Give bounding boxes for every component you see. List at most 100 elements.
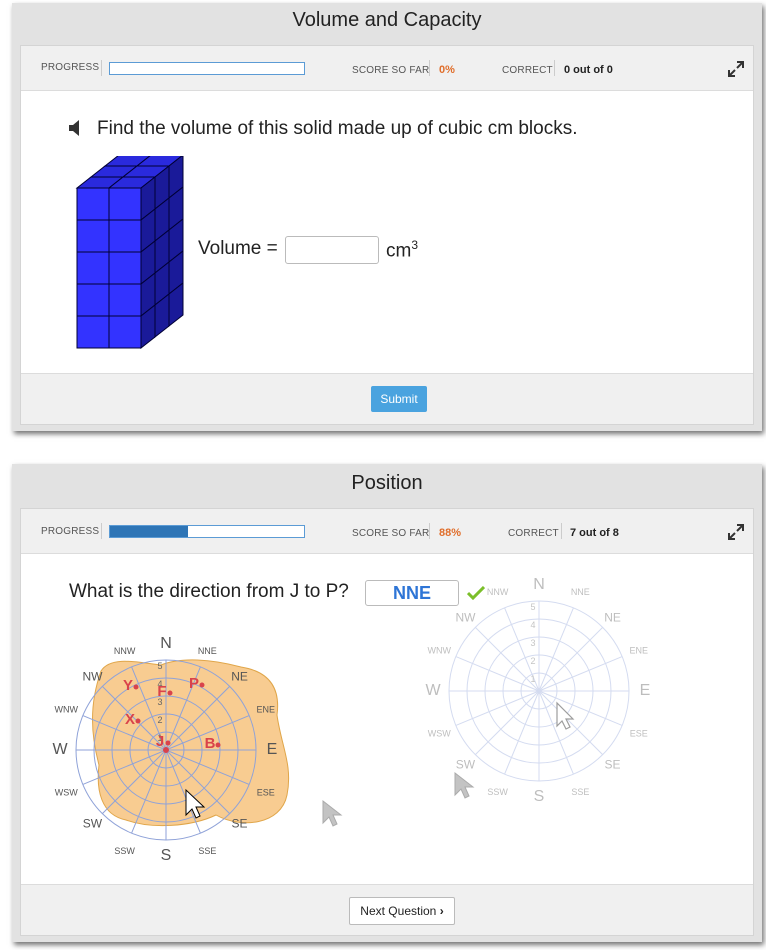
direction-label: WSW	[55, 787, 78, 797]
cube-block	[76, 187, 110, 221]
correct-label: CORRECT	[502, 65, 553, 76]
target-compass[interactable]: N NNE NE ENE E ESE SE SSE S SSW SW WSW W WNW NW NNW 1 2 3 4…	[419, 573, 659, 813]
ring-label: 5	[157, 661, 162, 671]
progress-fill	[110, 526, 188, 537]
divider	[101, 60, 102, 76]
direction-label: ESE	[630, 728, 648, 738]
chevron-right-icon: ›	[439, 904, 444, 918]
direction-label: WNW	[54, 705, 78, 715]
compass-map: N NNENEENEEESESESSESSSWSWWSWWWNWNWNNW1234…	[52, 635, 290, 864]
divider	[561, 523, 562, 539]
expand-icon[interactable]	[727, 523, 745, 541]
direction-label: E	[267, 741, 278, 758]
point-label: B	[205, 735, 216, 752]
cube-block	[108, 187, 142, 221]
unit-text: cm	[386, 240, 412, 262]
unit-exponent: 3	[411, 238, 419, 252]
direction-label: WNW	[427, 646, 451, 656]
direction-label: WSW	[428, 728, 451, 738]
direction-label: SW	[456, 758, 476, 772]
question-card: PROGRESS SCORE SO FAR 88% CORRECT 7 out …	[20, 508, 754, 936]
cube-block	[76, 251, 110, 285]
divider	[429, 523, 430, 539]
direction-label: SW	[83, 817, 103, 831]
direction-label: N	[533, 576, 545, 593]
direction-label: E	[640, 682, 651, 699]
compass-ray	[538, 627, 603, 692]
divider	[101, 523, 102, 539]
point-dot	[199, 682, 205, 688]
point-label: P	[189, 675, 199, 692]
score-label: SCORE SO FAR	[352, 528, 430, 539]
direction-label: NNW	[487, 587, 509, 597]
ring-label: 1	[530, 674, 535, 684]
question-card: PROGRESS SCORE SO FAR 0% CORRECT 0 out o…	[20, 45, 754, 425]
progress-label: PROGRESS	[41, 62, 100, 73]
stats-bar: PROGRESS SCORE SO FAR 88% CORRECT 7 out …	[21, 509, 753, 554]
ring-label: 2	[157, 715, 162, 725]
stats-bar: PROGRESS SCORE SO FAR 0% CORRECT 0 out o…	[21, 46, 753, 91]
center-dot	[163, 747, 169, 753]
direction-label: NNE	[198, 646, 217, 656]
cube-block	[108, 283, 142, 317]
ring-label: 5	[530, 602, 535, 612]
direction-label: SE	[605, 758, 621, 772]
point-dot	[215, 742, 221, 748]
compass-ray	[538, 690, 603, 755]
direction-label: NE	[604, 610, 621, 624]
panel-title: Position	[351, 472, 423, 494]
direction-label: NNW	[114, 646, 136, 656]
next-question-button[interactable]: Next Question ›	[349, 897, 455, 925]
score-value: 88%	[439, 527, 462, 539]
panel-title: Volume and Capacity	[292, 9, 482, 31]
compass-rose: N NNE NE ENE E ESE SE SSE S SSW SW WSW W WNW NW NNW 1 2 3 4…	[425, 576, 650, 805]
card-footer: Submit	[21, 373, 753, 424]
correct-value: 0 out of 0	[564, 64, 613, 76]
compass-ray	[475, 690, 540, 755]
speaker-icon[interactable]	[67, 119, 83, 137]
direction-label: SSE	[571, 787, 589, 797]
score-label: SCORE SO FAR	[352, 65, 430, 76]
cube-block	[108, 219, 142, 253]
direction-label: SSW	[114, 846, 135, 856]
score-value: 0%	[439, 64, 455, 76]
point-label: X	[125, 711, 135, 728]
unit-label: cm3	[386, 238, 418, 262]
progress-label: PROGRESS	[41, 526, 100, 537]
cube-block	[76, 219, 110, 253]
submit-button[interactable]: Submit	[371, 386, 427, 412]
point-dot	[133, 684, 139, 690]
direction-label: S	[161, 847, 172, 864]
point-dot	[167, 690, 173, 696]
cube-block	[76, 315, 110, 349]
direction-label: ENE	[257, 705, 276, 715]
direction-label: W	[425, 682, 441, 699]
cube-front-face	[76, 187, 142, 349]
card-footer: Next Question ›	[21, 884, 753, 935]
point-label: J	[156, 733, 164, 750]
question-text: Find the volume of this solid made up of…	[97, 118, 578, 139]
direction-label: NNE	[571, 587, 590, 597]
point-dot	[165, 740, 171, 746]
correct-value: 7 out of 8	[570, 527, 619, 539]
direction-label: S	[534, 788, 545, 805]
ring-label: 2	[530, 656, 535, 666]
cube-block	[108, 315, 142, 349]
ring-label: 3	[530, 638, 535, 648]
cube-side-face	[140, 156, 184, 350]
progress-bar	[109, 62, 305, 75]
direction-label: NW	[82, 669, 103, 683]
position-panel: Position PROGRESS SCORE SO FAR 88% CORRE…	[12, 464, 762, 942]
direction-label: SE	[232, 817, 248, 831]
cursor-icon	[556, 701, 575, 730]
direction-label: W	[52, 741, 68, 758]
volume-input[interactable]	[285, 236, 379, 264]
question-text: What is the direction from J to P?	[69, 581, 349, 602]
volume-panel: Volume and Capacity PROGRESS SCORE SO FA…	[12, 3, 762, 431]
direction-label: N	[160, 635, 172, 652]
expand-icon[interactable]	[727, 60, 745, 78]
divider	[554, 60, 555, 76]
direction-label: NW	[455, 610, 476, 624]
point-label: F	[157, 683, 166, 700]
compass-ray	[475, 627, 540, 692]
